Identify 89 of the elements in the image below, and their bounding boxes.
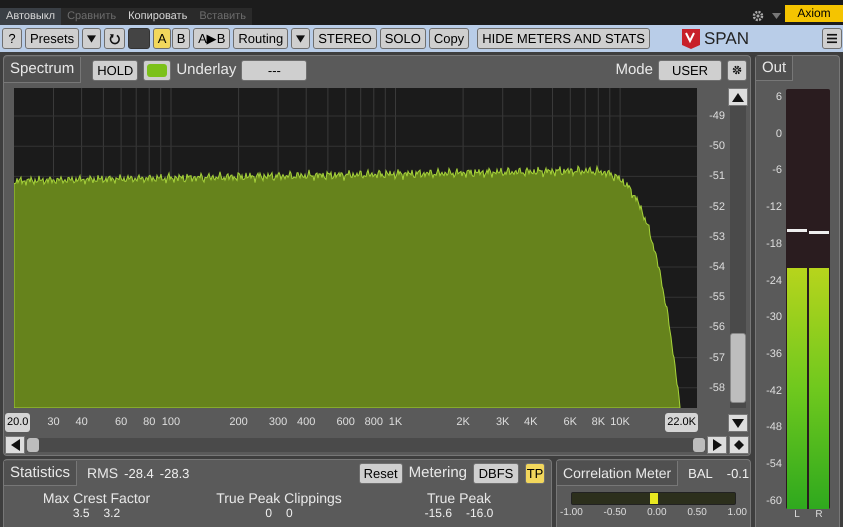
axis-label: 100 <box>162 416 180 429</box>
axis-label: 1.00 <box>728 507 747 519</box>
stat-value: 3.5 <box>72 506 90 520</box>
help-button[interactable]: ? <box>2 28 22 49</box>
axis-label: -54 <box>709 261 725 273</box>
underlay-label: Underlay <box>176 60 236 80</box>
spectrum-tab[interactable]: Spectrum <box>4 57 82 83</box>
toolbar-button[interactable]: Copy <box>428 28 470 49</box>
routing-button[interactable]: Routing <box>233 28 288 49</box>
axis-label: -51 <box>709 170 725 182</box>
scale-label: -18 <box>766 238 782 250</box>
axis-label: 1K <box>388 416 402 429</box>
axis-label: -1.00 <box>560 507 583 519</box>
axis-label: 600 <box>336 416 355 429</box>
axis-label: -52 <box>709 200 725 213</box>
axis-label: 40 <box>75 416 88 429</box>
host-button[interactable]: Копировать <box>122 8 194 25</box>
channel-label: L <box>793 509 801 520</box>
axis-label: -50 <box>709 140 725 152</box>
true-peak-toggle[interactable]: TP <box>525 463 545 484</box>
stat-value: 3.2 <box>104 506 120 520</box>
axis-label: -58 <box>709 382 725 394</box>
stat-value: -16.0 <box>466 506 494 520</box>
axis-label: -49 <box>709 110 725 122</box>
axis-label: 0.50 <box>687 507 707 519</box>
preset-name[interactable]: Axiom <box>785 5 843 22</box>
bal-value: -0.1 <box>726 464 750 483</box>
scale-label: -12 <box>766 201 782 214</box>
copy-a-to-b-button[interactable]: A▶B <box>193 28 230 49</box>
correlation-tab[interactable]: Correlation Meter <box>557 461 678 486</box>
presets-button[interactable]: Presets <box>25 28 80 49</box>
axis-label: 300 <box>268 416 288 429</box>
out-tab[interactable]: Out <box>756 56 794 81</box>
axis-label: -55 <box>709 291 725 304</box>
axis-label: 0.00 <box>647 507 667 519</box>
axis-label: 200 <box>229 416 248 429</box>
logo-text: SPAN <box>704 28 749 50</box>
channel-label: R <box>814 509 824 520</box>
rms-value: -28.4 <box>124 464 154 483</box>
scale-label: -54 <box>766 458 782 470</box>
ab-button[interactable]: A <box>153 28 172 49</box>
metering-dropdown[interactable]: DBFS <box>473 463 519 484</box>
stat-value: 0 <box>265 506 272 520</box>
rms-label: RMS <box>87 464 118 483</box>
axis-label: 2K <box>456 416 470 429</box>
stat-label: Max Crest Factor <box>42 491 150 506</box>
scale-label: -42 <box>766 384 782 397</box>
hold-button[interactable]: HOLD <box>92 60 138 80</box>
underlay-dropdown[interactable]: --- <box>241 60 308 80</box>
axis-label: 400 <box>296 416 316 429</box>
axis-label: 4K <box>524 416 538 429</box>
reset-button[interactable]: Reset <box>358 463 403 484</box>
host-button[interactable]: Автовыкл <box>0 8 62 25</box>
stat-label: True Peak Clippings <box>216 491 342 506</box>
statistics-tab[interactable]: Statistics <box>4 461 78 486</box>
axis-label: 6K <box>564 416 578 429</box>
axis-max-label: 22.0K <box>665 413 698 432</box>
ab-button[interactable]: B <box>172 28 190 49</box>
axis-label: 10K <box>610 416 630 429</box>
axis-label: 800 <box>364 416 383 429</box>
axis-label: 8K <box>592 416 606 429</box>
scale-label: 6 <box>776 91 782 103</box>
stat-label: True Peak <box>426 491 492 506</box>
toolbar-button[interactable]: HIDE METERS AND STATS <box>477 28 650 49</box>
mode-dropdown[interactable]: USER <box>658 60 722 80</box>
scale-label: -24 <box>766 274 782 287</box>
mode-label: Mode <box>615 60 653 80</box>
scale-label: -36 <box>766 348 782 360</box>
axis-label: -57 <box>709 352 725 364</box>
stat-value: 0 <box>286 506 293 520</box>
toolbar-button[interactable]: SOLO <box>380 28 426 49</box>
axis-label: 60 <box>115 416 128 429</box>
axis-label: -0.50 <box>604 507 626 519</box>
rms-value: -28.3 <box>160 464 190 483</box>
toolbar-button[interactable]: STEREO <box>313 28 377 49</box>
metering-label: Metering <box>408 463 467 484</box>
scale-label: -30 <box>766 311 782 324</box>
bal-label: BAL <box>688 464 713 483</box>
axis-label: 30 <box>47 416 60 429</box>
axis-min-label: 20.0 <box>5 413 30 432</box>
scale-label: -6 <box>772 164 782 176</box>
axis-label: -56 <box>709 321 725 334</box>
stat-value: -15.6 <box>424 506 452 520</box>
scale-label: 0 <box>776 128 782 140</box>
axis-label: 80 <box>143 416 156 429</box>
axis-label: -53 <box>709 230 725 243</box>
axis-label: 3K <box>496 416 510 429</box>
scale-label: -60 <box>766 494 782 507</box>
scale-label: -48 <box>766 421 782 434</box>
